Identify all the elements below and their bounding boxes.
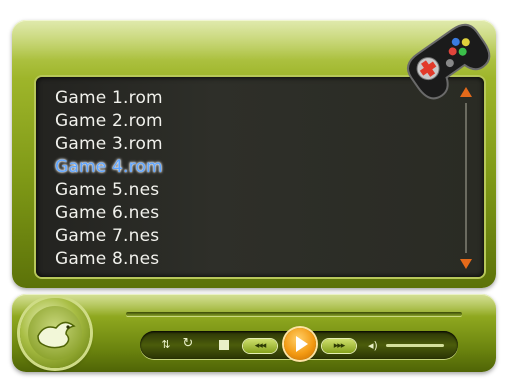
duck-emblem-graphic	[37, 321, 76, 349]
list-item[interactable]: Game 5.nes	[55, 179, 163, 202]
list-item-selected[interactable]: Game 4.rom	[55, 156, 163, 179]
list-item[interactable]: Game 2.rom	[55, 110, 163, 133]
previous-button[interactable]: ◂◂◂	[243, 339, 277, 353]
gamepad-icon	[406, 23, 491, 100]
list-item[interactable]: Game 3.rom	[55, 133, 163, 156]
list-item[interactable]: Game 8.nes	[55, 248, 163, 271]
next-icon: ▸▸▸	[333, 341, 346, 351]
volume-icon[interactable]: ◂)	[368, 339, 380, 353]
game-list-items: Game 1.rom Game 2.rom Game 3.rom Game 4.…	[55, 87, 163, 271]
duck-emblem-icon	[20, 298, 90, 368]
volume-slider[interactable]	[386, 344, 444, 347]
list-item[interactable]: Game 7.nes	[55, 225, 163, 248]
list-item[interactable]: Game 1.rom	[55, 87, 163, 110]
play-button[interactable]	[284, 328, 316, 360]
progress-track[interactable]	[126, 312, 462, 316]
next-button[interactable]: ▸▸▸	[322, 339, 356, 353]
repeat-icon[interactable]: ⇅	[157, 338, 175, 352]
stop-icon[interactable]	[219, 340, 229, 350]
list-item[interactable]: Game 6.nes	[55, 202, 163, 225]
refresh-icon[interactable]: ↻	[180, 337, 196, 351]
scroll-track[interactable]	[465, 103, 467, 253]
duck-emblem-inner	[28, 306, 82, 360]
scroll-down-arrow-icon[interactable]	[460, 259, 472, 269]
previous-icon: ◂◂◂	[254, 341, 267, 351]
